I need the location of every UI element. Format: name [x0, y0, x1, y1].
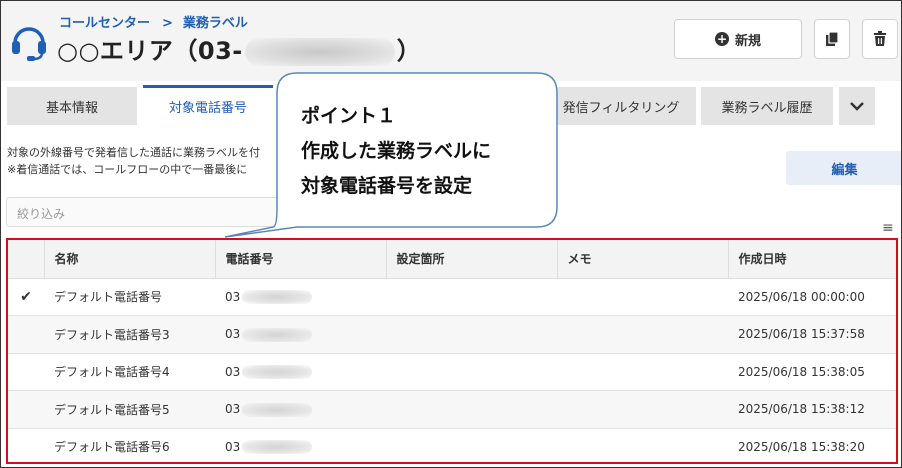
page-title-suffix: ） [396, 37, 422, 65]
table-header-row: 名称 電話番号 設定箇所 メモ 作成日時 [8, 240, 896, 279]
filter-input[interactable]: 絞り込み [6, 197, 306, 227]
row-name: デフォルト電話番号4 [44, 353, 215, 391]
header-created[interactable]: 作成日時 [728, 240, 896, 279]
row-memo [557, 353, 728, 391]
breadcrumb-separator: > [162, 16, 173, 31]
row-phone-prefix: 03 [225, 289, 241, 304]
row-location [386, 315, 557, 354]
row-phone-prefix: 03 [225, 402, 241, 416]
delete-button[interactable] [862, 19, 898, 59]
row-location [386, 278, 557, 316]
redacted-number [244, 38, 395, 66]
row-phone-prefix: 03 [225, 364, 241, 379]
row-phone: 03 [215, 353, 386, 391]
plus-icon: + [714, 32, 729, 46]
row-memo [557, 390, 728, 429]
tab-outbound-filtering[interactable]: 発信フィルタリング [546, 87, 696, 125]
row-memo [557, 315, 728, 354]
redacted-number [242, 327, 313, 342]
row-check: ✔ [8, 278, 44, 316]
app-window: コールセンター > 業務ラベル ○○エリア（03-） + 新規 基本情報 対象電… [0, 0, 902, 468]
row-check [8, 353, 44, 391]
row-created: 2025/06/18 15:38:20 [728, 428, 896, 462]
row-phone: 03 [215, 428, 386, 462]
row-phone: 03 [215, 390, 386, 429]
edit-button[interactable]: 編集 [786, 151, 901, 185]
callout-line-3: 対象電話番号を設定 [301, 175, 473, 197]
description-line-1: 対象の外線番号で発着信した通話に業務ラベルを付 [7, 146, 260, 159]
row-name: デフォルト電話番号 [44, 278, 215, 316]
tab-label-history[interactable]: 業務ラベル履歴 [701, 87, 833, 125]
trash-icon [874, 31, 886, 46]
page-title-prefix: ○○エリア（03- [57, 37, 243, 65]
table-row[interactable]: デフォルト電話番号6 03 2025/06/18 15:38:20 [8, 428, 896, 462]
callout-line-2: 作成した業務ラベルに [301, 140, 492, 162]
row-name: デフォルト電話番号3 [44, 315, 215, 354]
header-location[interactable]: 設定箇所 [386, 240, 558, 279]
description: 対象の外線番号で発着信した通話に業務ラベルを付 ※着信通話では、コールフローの中… [7, 144, 260, 178]
page-title: ○○エリア（03- ） [57, 31, 421, 66]
new-button[interactable]: + 新規 [674, 19, 802, 59]
row-location [386, 353, 557, 391]
redacted-number [242, 402, 313, 417]
row-phone: 03 [215, 278, 386, 316]
phone-number-table: 名称 電話番号 設定箇所 メモ 作成日時 ✔ デフォルト電話番号 03 2025… [6, 238, 898, 464]
column-menu-icon[interactable]: ≡ [882, 220, 894, 236]
row-created: 2025/06/18 15:37:58 [728, 315, 896, 354]
row-phone-prefix: 03 [225, 327, 241, 341]
table-row[interactable]: デフォルト電話番号3 03 2025/06/18 15:37:58 [8, 315, 896, 354]
redacted-number [242, 365, 313, 379]
row-name: デフォルト電話番号5 [44, 390, 215, 429]
callout-line-1: ポイント１ [301, 105, 397, 127]
table-row[interactable]: デフォルト電話番号5 03 2025/06/18 15:38:12 [8, 390, 896, 429]
row-created: 2025/06/18 00:00:00 [728, 278, 896, 316]
row-name: デフォルト電話番号6 [44, 428, 215, 462]
callout-text: ポイント１ 作成した業務ラベルに 対象電話番号を設定 [301, 99, 491, 204]
header-memo[interactable]: メモ [557, 240, 729, 279]
chevron-down-icon [850, 102, 864, 111]
header-check [8, 240, 45, 279]
row-check [8, 428, 44, 462]
tab-more-button[interactable] [839, 87, 875, 125]
row-created: 2025/06/18 15:38:12 [728, 390, 896, 429]
copy-icon [826, 31, 839, 46]
headset-icon [12, 27, 46, 61]
row-created: 2025/06/18 15:38:05 [728, 353, 896, 391]
row-phone: 03 [215, 315, 386, 354]
description-line-2: ※着信通話では、コールフローの中で一番最後に [7, 163, 248, 176]
tab-target-phone[interactable]: 対象電話番号 [143, 85, 273, 125]
breadcrumb-root[interactable]: コールセンター [59, 16, 150, 31]
row-check [8, 390, 44, 429]
new-button-label: 新規 [734, 33, 761, 49]
row-location [386, 390, 557, 429]
row-memo [557, 278, 728, 316]
copy-button[interactable] [814, 19, 850, 59]
page-header: コールセンター > 業務ラベル ○○エリア（03- ） + 新規 [1, 1, 901, 81]
redacted-number [242, 290, 313, 304]
table-row[interactable]: デフォルト電話番号4 03 2025/06/18 15:38:05 [8, 353, 896, 391]
row-phone-prefix: 03 [225, 439, 241, 454]
row-check [8, 315, 44, 354]
header-name[interactable]: 名称 [44, 240, 216, 279]
header-phone[interactable]: 電話番号 [215, 240, 387, 279]
row-memo [557, 428, 728, 462]
breadcrumb: コールセンター > 業務ラベル [59, 12, 254, 31]
tab-basic-info[interactable]: 基本情報 [7, 87, 137, 125]
redacted-number [242, 440, 313, 454]
row-location [386, 428, 557, 462]
breadcrumb-current[interactable]: 業務ラベル [183, 16, 248, 31]
table-row[interactable]: ✔ デフォルト電話番号 03 2025/06/18 00:00:00 [8, 278, 896, 316]
